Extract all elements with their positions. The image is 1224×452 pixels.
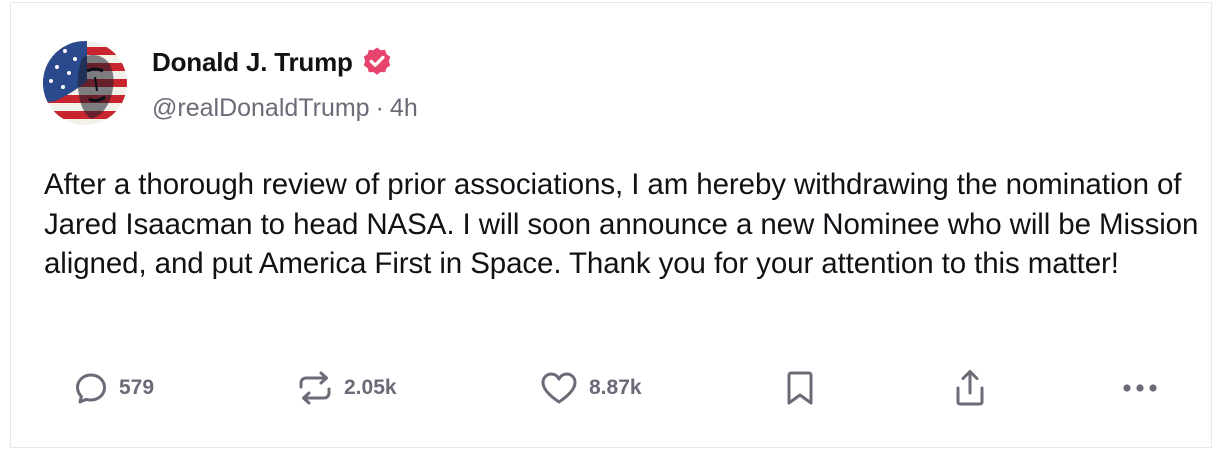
- reply-button[interactable]: 579: [73, 363, 154, 413]
- action-bar: 579 2.05k 8.87k: [11, 363, 1211, 413]
- avatar[interactable]: [43, 41, 127, 125]
- share-icon: [956, 370, 984, 406]
- post-timestamp[interactable]: 4h: [390, 94, 418, 123]
- bookmark-button[interactable]: [785, 363, 815, 413]
- repost-button[interactable]: 2.05k: [296, 363, 397, 413]
- more-options-button[interactable]: [1121, 363, 1161, 413]
- bookmark-icon: [787, 371, 813, 405]
- author-row: Donald J. Trump: [152, 45, 393, 79]
- heart-icon: [541, 372, 577, 404]
- reply-icon: [76, 373, 106, 404]
- author-handle[interactable]: @realDonaldTrump: [152, 94, 370, 123]
- post-body: After a thorough review of prior associa…: [44, 168, 1199, 280]
- avatar-image: [43, 41, 127, 125]
- author-name[interactable]: Donald J. Trump: [152, 47, 353, 78]
- share-button[interactable]: [952, 363, 988, 413]
- reply-count: 579: [119, 376, 155, 399]
- repost-icon: [299, 371, 331, 405]
- like-count: 8.87k: [589, 376, 642, 399]
- like-button[interactable]: 8.87k: [539, 363, 642, 413]
- repost-count: 2.05k: [344, 376, 397, 399]
- verified-badge-icon: [361, 46, 393, 78]
- meta-separator: ·: [375, 93, 384, 122]
- post-meta: @realDonaldTrump · 4h: [152, 91, 418, 125]
- post-card[interactable]: Donald J. Trump @realDonaldTrump · 4h Af…: [10, 2, 1212, 448]
- more-dots-icon: [1123, 384, 1157, 392]
